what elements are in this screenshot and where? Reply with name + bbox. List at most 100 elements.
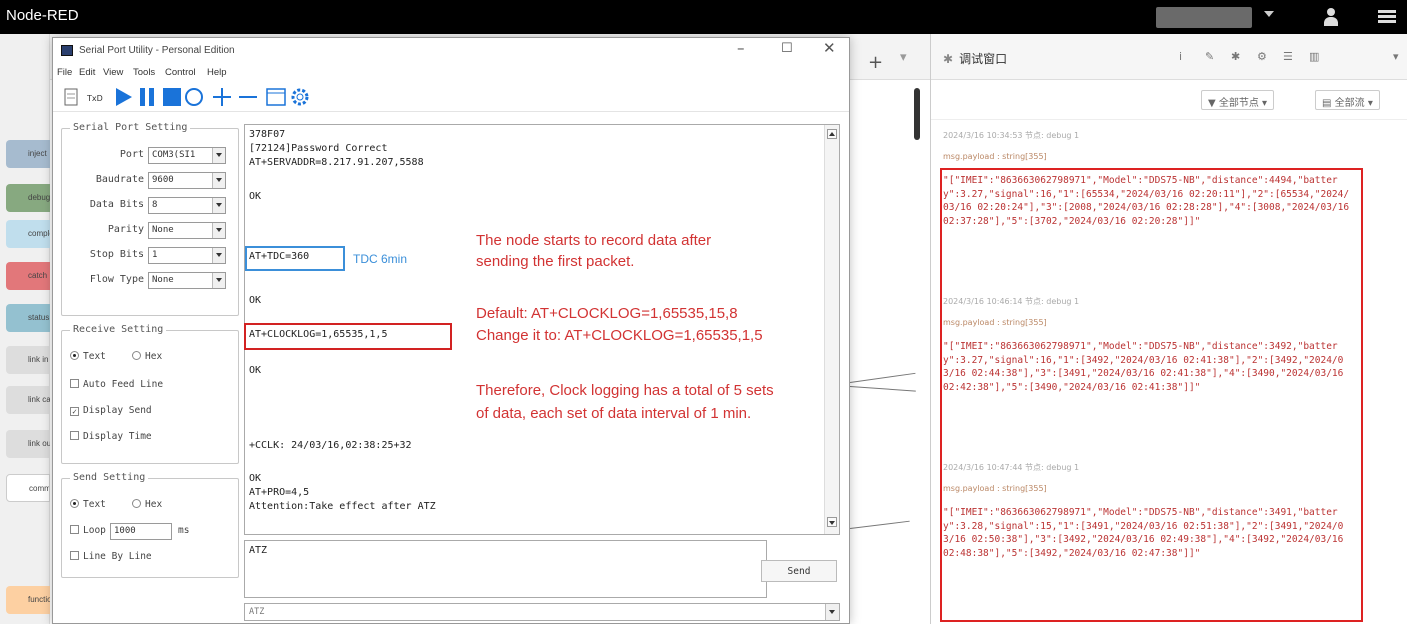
- info-icon[interactable]: i: [1179, 50, 1182, 63]
- stop-bits-select[interactable]: 1: [148, 247, 226, 264]
- palette-node-status[interactable]: status: [6, 304, 50, 332]
- palette-node-link-out[interactable]: link out: [6, 430, 50, 458]
- send-button[interactable]: Send: [761, 560, 837, 582]
- log-line: +CCLK: 24/03/16,02:38:25+32: [249, 440, 412, 451]
- main-menu-icon[interactable]: [1378, 10, 1396, 24]
- dashboard-icon[interactable]: ▥: [1309, 50, 1319, 63]
- palette-node-function[interactable]: function: [6, 586, 50, 614]
- debug-output-highlight-box: [940, 168, 1363, 622]
- settings-panel: Serial Port Setting Port COM3(SI1 Baudra…: [61, 120, 239, 620]
- node-palette: inject debug complete catch status link …: [0, 34, 50, 624]
- receive-text-radio[interactable]: Text: [70, 351, 106, 362]
- loop-interval-input[interactable]: 1000: [110, 523, 172, 540]
- checkbox-icon: [70, 379, 79, 388]
- palette-node-link-call[interactable]: link call: [6, 386, 50, 414]
- annotation-line: Default: AT+CLOCKLOG=1,65535,15,8: [476, 305, 738, 322]
- log-line: AT+SERVADDR=8.217.91.207,5588: [249, 157, 424, 168]
- display-send-checkbox[interactable]: ✓ Display Send: [70, 405, 152, 416]
- menu-control[interactable]: Control: [165, 67, 196, 78]
- bug-icon: ✱: [943, 52, 954, 66]
- log-line: Attention:Take effect after ATZ: [249, 501, 436, 512]
- add-icon[interactable]: [211, 86, 233, 108]
- menu-help[interactable]: Help: [207, 67, 227, 78]
- scroll-up-icon[interactable]: [827, 129, 837, 139]
- maximize-icon[interactable]: ☐: [781, 41, 793, 56]
- context-icon[interactable]: ☰: [1283, 50, 1293, 63]
- window-titlebar[interactable]: Serial Port Utility - Personal Edition –…: [53, 38, 849, 64]
- config-icon[interactable]: ⚙: [1257, 50, 1267, 63]
- flow-type-select[interactable]: None: [148, 272, 226, 289]
- tx-rx-icon[interactable]: TxD: [85, 86, 109, 108]
- chevron-down-icon: [212, 248, 225, 263]
- stop-bits-label: Stop Bits: [89, 249, 144, 260]
- close-icon[interactable]: ✕: [823, 39, 836, 57]
- parity-select[interactable]: None: [148, 222, 226, 239]
- play-icon[interactable]: [113, 86, 133, 108]
- pause-icon[interactable]: [137, 86, 157, 108]
- chevron-down-icon: [212, 198, 225, 213]
- settings-icon[interactable]: [289, 86, 311, 108]
- debug-tab-icon[interactable]: ✱: [1231, 50, 1240, 63]
- loop-unit-label: ms: [178, 525, 190, 536]
- workspace-scrollbar[interactable]: [914, 88, 920, 140]
- port-select[interactable]: COM3(SI1: [148, 147, 226, 164]
- window-icon[interactable]: [265, 86, 287, 108]
- palette-node-link-in[interactable]: link in: [6, 346, 50, 374]
- clocklog-command-box: [244, 323, 452, 350]
- menu-file[interactable]: File: [57, 67, 72, 78]
- line-by-line-checkbox[interactable]: Line By Line: [70, 551, 152, 562]
- auto-feed-line-checkbox[interactable]: Auto Feed Line: [70, 379, 163, 390]
- display-time-checkbox[interactable]: Display Time: [70, 431, 152, 442]
- receive-log[interactable]: 378F07 [72124]Password Correct AT+SERVAD…: [244, 124, 840, 535]
- receive-scrollbar[interactable]: [824, 125, 839, 534]
- log-line: OK: [249, 365, 262, 376]
- menu-tools[interactable]: Tools: [133, 67, 155, 78]
- flow-list-icon[interactable]: ▾: [900, 50, 907, 65]
- stop-icon[interactable]: [161, 86, 181, 108]
- palette-node-catch[interactable]: catch: [6, 262, 50, 290]
- loop-checkbox[interactable]: Loop: [70, 525, 106, 536]
- minimize-icon[interactable]: –: [737, 39, 745, 57]
- deploy-button[interactable]: [1156, 7, 1252, 28]
- scroll-down-icon[interactable]: [827, 517, 837, 527]
- send-input[interactable]: ATZ: [244, 540, 767, 598]
- tdc-command-box: [245, 246, 345, 271]
- filter-flow-button[interactable]: ▤ 全部流 ▾: [1315, 90, 1380, 110]
- refresh-icon[interactable]: [183, 86, 205, 108]
- menu-edit[interactable]: Edit: [79, 67, 95, 78]
- send-hex-radio[interactable]: Hex: [132, 499, 162, 510]
- radio-selected-icon: [70, 351, 79, 360]
- chevron-down-icon: [212, 273, 225, 288]
- data-bits-select[interactable]: 8: [148, 197, 226, 214]
- send-history-select[interactable]: ATZ: [244, 603, 840, 621]
- chevron-down-icon: [212, 223, 225, 238]
- palette-node-debug[interactable]: debug: [6, 184, 50, 212]
- user-icon[interactable]: [1324, 8, 1338, 26]
- checkbox-checked-icon: ✓: [70, 407, 79, 416]
- log-line: 378F07: [249, 129, 286, 140]
- debug-message-topic: msg.payload : string[355]: [943, 152, 1047, 161]
- radio-selected-icon: [70, 499, 79, 508]
- nodered-header: Node-RED: [0, 0, 1407, 34]
- palette-node-complete[interactable]: complete: [6, 220, 50, 248]
- sidebar-title[interactable]: ✱ 调试窗口: [943, 50, 1007, 67]
- menu-view[interactable]: View: [103, 67, 123, 78]
- baudrate-select[interactable]: 9600: [148, 172, 226, 189]
- annotation-line: sending the first packet.: [476, 253, 635, 270]
- filter-node-button[interactable]: ▼ 全部节点 ▾: [1201, 90, 1275, 110]
- port-label: Port: [119, 149, 144, 160]
- sidebar-tab-bar: ✱ 调试窗口 i ✎ ✱ ⚙ ☰ ▥ ▾: [931, 34, 1407, 80]
- palette-node-comment[interactable]: comment: [6, 474, 50, 502]
- sidebar-more-icon[interactable]: ▾: [1393, 50, 1399, 63]
- chevron-down-icon[interactable]: [825, 604, 839, 620]
- new-document-icon[interactable]: [63, 86, 79, 108]
- help-icon[interactable]: ✎: [1205, 50, 1214, 63]
- add-flow-icon[interactable]: +: [868, 52, 883, 73]
- remove-icon[interactable]: [237, 86, 259, 108]
- receive-hex-radio[interactable]: Hex: [132, 351, 162, 362]
- send-text-radio[interactable]: Text: [70, 499, 106, 510]
- serial-port-setting-group: Serial Port Setting Port COM3(SI1 Baudra…: [61, 122, 239, 316]
- send-setting-group: Send Setting Text Hex Loop 1000 ms Line …: [61, 472, 239, 578]
- deploy-menu-caret-icon[interactable]: [1264, 11, 1274, 17]
- palette-node-inject[interactable]: inject: [6, 140, 50, 168]
